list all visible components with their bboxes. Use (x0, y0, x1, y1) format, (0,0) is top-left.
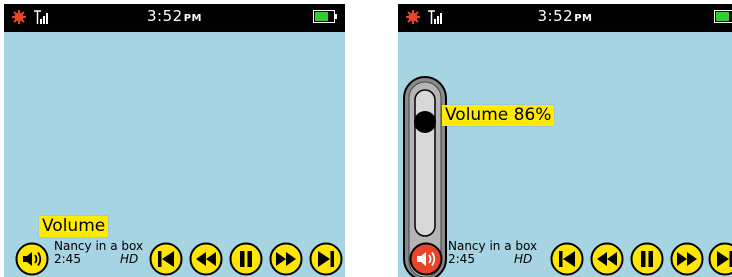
battery-icon (714, 10, 732, 23)
status-bar: 3:52PM (4, 4, 345, 32)
player-screen-volume: 3:52PM Volume 86% Nancy in a box 2:45 HD (398, 4, 732, 277)
next-track-button[interactable] (708, 242, 732, 276)
volume-button-active[interactable] (409, 242, 443, 276)
rewind-button[interactable] (590, 242, 624, 276)
track-time: 2:45 (448, 252, 475, 266)
previous-track-button[interactable] (149, 242, 183, 276)
volume-knob[interactable] (414, 111, 436, 133)
status-clock: 3:52PM (398, 7, 732, 25)
track-time-row: 2:45 HD (54, 253, 150, 266)
clock-ampm: PM (183, 13, 202, 24)
next-track-button[interactable] (309, 242, 343, 276)
clock-time: 3:52 (537, 7, 574, 25)
rewind-button[interactable] (189, 242, 223, 276)
player-screen-default: 3:52PM Volume Nancy in a box 2:45 HD (4, 4, 345, 277)
quality-badge: HD (120, 252, 139, 266)
fast-forward-button[interactable] (670, 242, 704, 276)
track-time-row: 2:45 HD (448, 253, 544, 266)
track-time: 2:45 (54, 252, 81, 266)
fast-forward-button[interactable] (269, 242, 303, 276)
battery-icon (313, 10, 337, 23)
volume-tooltip: Volume 86% (442, 105, 555, 126)
pause-button[interactable] (630, 242, 664, 276)
status-bar: 3:52PM (398, 4, 732, 32)
now-playing-info: Nancy in a box 2:45 HD (54, 240, 150, 266)
status-clock: 3:52PM (4, 7, 345, 25)
quality-badge: HD (514, 252, 533, 266)
volume-tooltip: Volume (39, 216, 109, 237)
now-playing-info: Nancy in a box 2:45 HD (448, 240, 544, 266)
clock-ampm: PM (574, 13, 593, 24)
clock-time: 3:52 (147, 7, 183, 25)
volume-button[interactable] (15, 242, 49, 276)
previous-track-button[interactable] (550, 242, 584, 276)
pause-button[interactable] (229, 242, 263, 276)
